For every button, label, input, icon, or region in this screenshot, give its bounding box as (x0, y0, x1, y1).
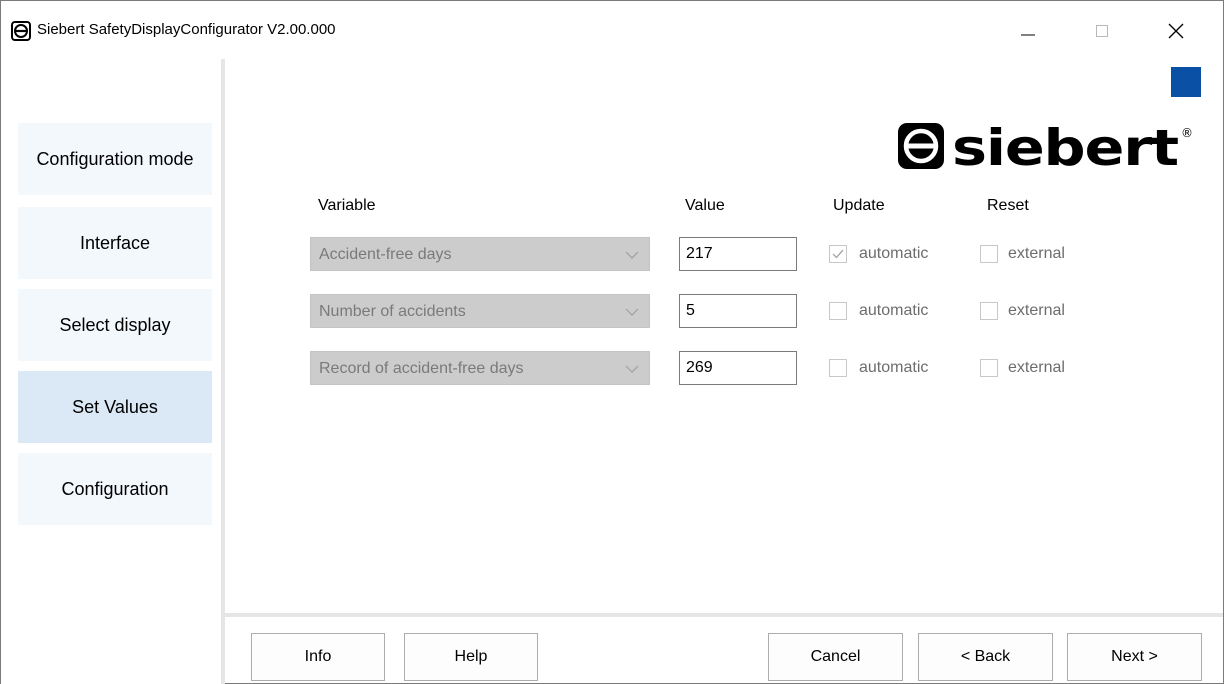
app-icon (11, 21, 31, 41)
header-variable: Variable (318, 197, 376, 214)
reset-external-label-3: external (1008, 359, 1065, 376)
variable-select-3[interactable]: Record of accident-free days (310, 351, 650, 385)
update-automatic-checkbox-3[interactable] (829, 359, 847, 377)
reset-external-checkbox-1[interactable] (980, 245, 998, 263)
sidebar-item-set-values[interactable]: Set Values (18, 371, 212, 443)
sidebar-item-label: Configuration (61, 478, 169, 499)
sidebar-item-label: Configuration mode (36, 148, 194, 169)
variable-select-1[interactable]: Accident-free days (310, 237, 650, 271)
reset-external-label-1: external (1008, 245, 1065, 262)
sidebar-item-label: Select display (59, 314, 171, 335)
value-input-3[interactable] (679, 351, 797, 385)
variable-select-value: Number of accidents (319, 303, 466, 320)
maximize-button[interactable] (1079, 9, 1125, 53)
header-update: Update (833, 197, 885, 214)
vertical-divider (221, 59, 225, 684)
close-icon (1168, 23, 1184, 39)
variable-select-2[interactable]: Number of accidents (310, 294, 650, 328)
horizontal-divider (225, 613, 1223, 617)
chevron-down-icon (625, 308, 639, 316)
header-value: Value (685, 197, 725, 214)
next-button[interactable]: Next > (1067, 633, 1202, 681)
cancel-button[interactable]: Cancel (768, 633, 903, 681)
reset-external-checkbox-3[interactable] (980, 359, 998, 377)
sidebar-item-interface[interactable]: Interface (18, 207, 212, 279)
status-indicator (1171, 67, 1201, 97)
chevron-down-icon (625, 365, 639, 373)
sidebar-item-label: Interface (79, 232, 151, 253)
checkmark-icon (832, 249, 844, 259)
update-automatic-label-1: automatic (859, 245, 929, 262)
sidebar-item-configuration-mode[interactable]: Configuration mode (18, 123, 212, 195)
value-input-2[interactable] (679, 294, 797, 328)
minimize-button[interactable] (1005, 9, 1051, 53)
chevron-down-icon (625, 251, 639, 259)
sidebar-item-label: Set Values (72, 396, 158, 417)
sidebar-item-configuration[interactable]: Configuration (18, 453, 212, 525)
update-automatic-checkbox-1[interactable] (829, 245, 847, 263)
update-automatic-checkbox-2[interactable] (829, 302, 847, 320)
reset-external-label-2: external (1008, 302, 1065, 319)
variable-select-value: Accident-free days (319, 246, 452, 263)
sidebar: Configuration mode Interface Select disp… (1, 57, 221, 684)
minimize-icon (1021, 34, 1035, 36)
window-title: Siebert SafetyDisplayConfigurator V2.00.… (37, 21, 336, 38)
header-reset: Reset (987, 197, 1029, 214)
variable-select-value: Record of accident-free days (319, 360, 524, 377)
reset-external-checkbox-2[interactable] (980, 302, 998, 320)
update-automatic-label-3: automatic (859, 359, 929, 376)
value-input-1[interactable] (679, 237, 797, 271)
info-button[interactable]: Info (251, 633, 385, 681)
app-window: Siebert SafetyDisplayConfigurator V2.00.… (0, 0, 1224, 684)
svg-text:®: ® (1181, 126, 1193, 140)
siebert-logo: siebert ® (898, 119, 1193, 175)
update-automatic-label-2: automatic (859, 302, 929, 319)
help-button[interactable]: Help (404, 633, 538, 681)
svg-text:siebert: siebert (952, 119, 1178, 175)
maximize-icon (1096, 25, 1108, 37)
close-button[interactable] (1153, 9, 1199, 53)
sidebar-item-select-display[interactable]: Select display (18, 289, 212, 361)
title-bar[interactable]: Siebert SafetyDisplayConfigurator V2.00.… (1, 1, 1223, 57)
back-button[interactable]: < Back (918, 633, 1053, 681)
